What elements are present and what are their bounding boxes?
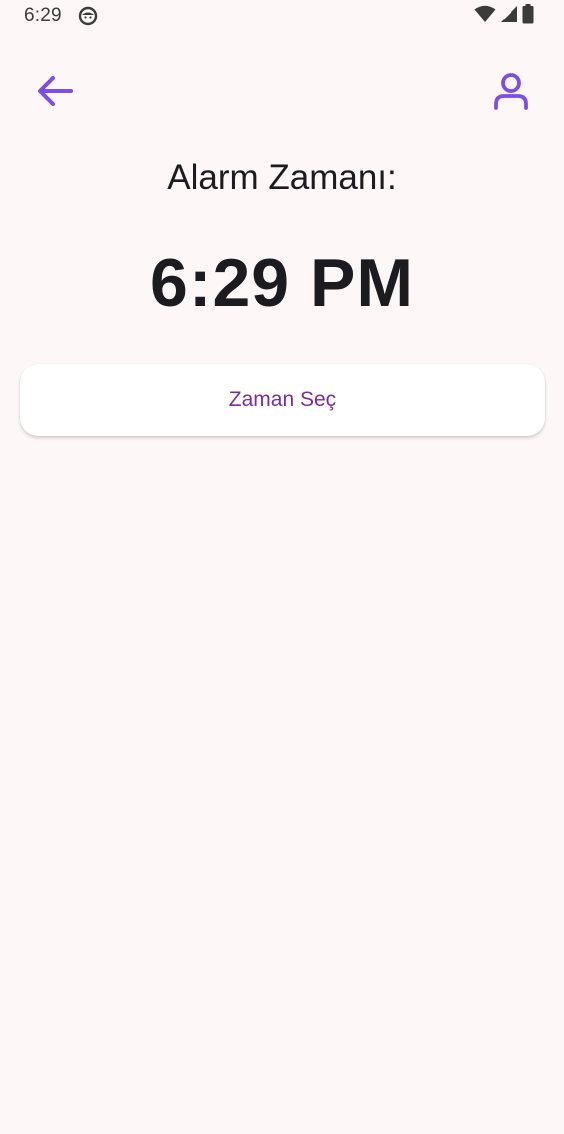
person-icon — [493, 72, 529, 115]
pick-time-button-label: Zaman Seç — [228, 388, 337, 411]
status-bar: 6:29 — [0, 0, 564, 34]
battery-icon — [522, 3, 534, 29]
app-bar — [0, 60, 564, 124]
status-time: 6:29 — [24, 5, 62, 26]
alarm-label: Alarm Zamanı: — [167, 158, 397, 197]
alarm-time-display: 6:29 PM — [150, 245, 414, 321]
pick-time-button[interactable]: Zaman Seç — [20, 364, 545, 436]
notification-face-icon — [78, 6, 98, 26]
wifi-icon — [474, 5, 496, 28]
back-button[interactable] — [32, 70, 78, 116]
profile-button[interactable] — [488, 70, 534, 116]
arrow-left-icon — [36, 74, 74, 113]
signal-icon — [500, 5, 518, 28]
